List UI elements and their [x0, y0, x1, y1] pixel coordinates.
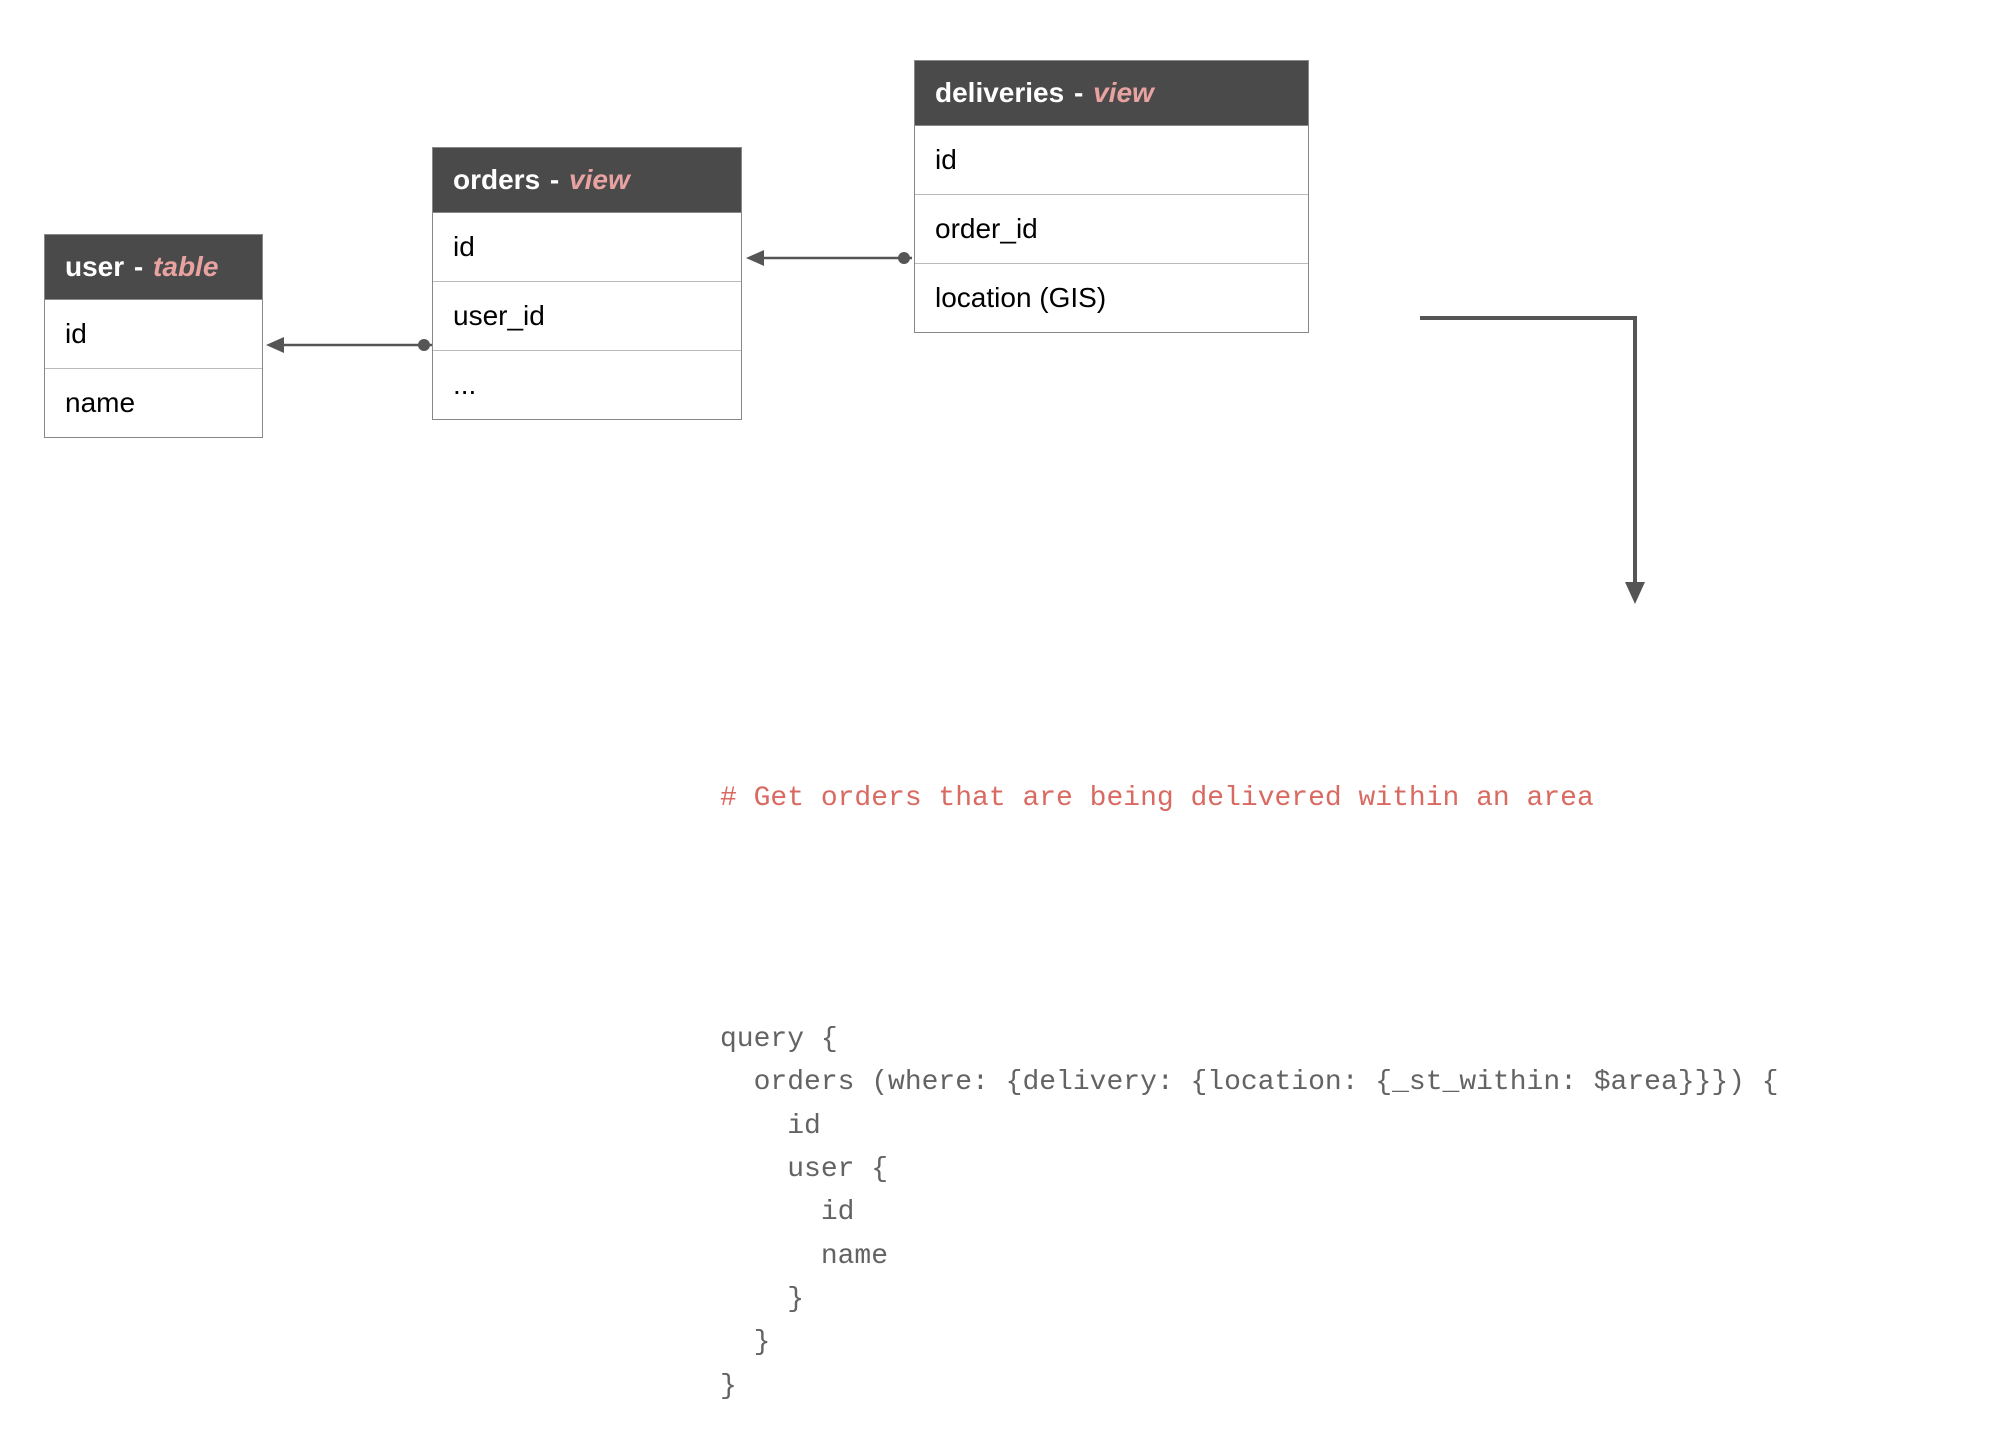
entity-orders-row-userid: user_id — [433, 282, 741, 351]
code-block: # Get orders that are being delivered wi… — [720, 690, 1779, 1452]
entity-user: user - table id name — [44, 234, 263, 438]
entity-deliveries-header: deliveries - view — [915, 61, 1308, 126]
arrow-deliveries-to-orders — [742, 243, 914, 273]
entity-deliveries-name: deliveries — [935, 77, 1064, 108]
entity-user-dash: - — [126, 251, 151, 282]
entity-orders-type: view — [569, 164, 630, 195]
entity-orders-row-id: id — [433, 213, 741, 282]
entity-deliveries-row-id: id — [915, 126, 1308, 195]
entity-deliveries: deliveries - view id order_id location (… — [914, 60, 1309, 333]
entity-user-name: user — [65, 251, 124, 282]
entity-user-row-id: id — [45, 300, 262, 369]
entity-deliveries-row-orderid: order_id — [915, 195, 1308, 264]
entity-orders-header: orders - view — [433, 148, 741, 213]
entity-user-header: user - table — [45, 235, 262, 300]
entity-deliveries-row-location: location (GIS) — [915, 264, 1308, 332]
entity-orders-row-more: ... — [433, 351, 741, 419]
entity-deliveries-dash: - — [1066, 77, 1091, 108]
arrow-to-query — [1420, 310, 1650, 610]
arrow-orders-to-user — [262, 330, 434, 360]
entity-orders: orders - view id user_id ... — [432, 147, 742, 420]
code-comment: # Get orders that are being delivered wi… — [720, 777, 1779, 820]
entity-orders-name: orders — [453, 164, 540, 195]
code-body: query { orders (where: {delivery: {locat… — [720, 1018, 1779, 1409]
entity-user-row-name: name — [45, 369, 262, 437]
entity-user-type: table — [153, 251, 218, 282]
entity-orders-dash: - — [542, 164, 567, 195]
entity-deliveries-type: view — [1093, 77, 1154, 108]
